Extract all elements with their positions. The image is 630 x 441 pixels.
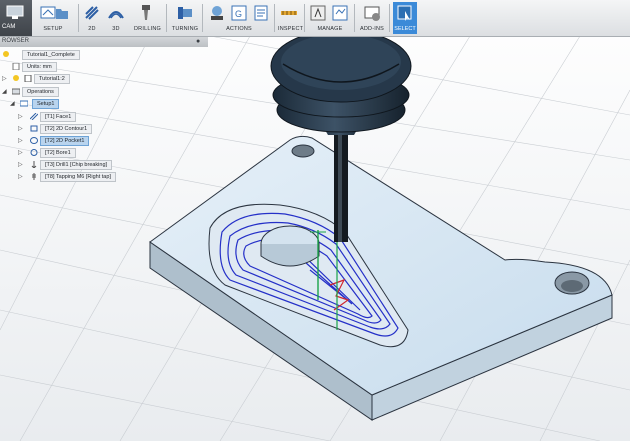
bore-op-icon	[30, 149, 38, 156]
manage-icon	[310, 5, 326, 21]
face-op-icon	[30, 113, 38, 120]
inspect-label: INSPECT	[278, 26, 304, 32]
pocket-op-icon	[30, 137, 38, 144]
expand-icon[interactable]: ▷	[18, 113, 23, 120]
3d-toolpath-icon	[108, 11, 124, 19]
op-pocket-label: [T2] 2D Pocket1	[40, 136, 90, 146]
generate-icon: G	[231, 5, 247, 21]
drilling-label: DRILLING	[134, 26, 161, 32]
lightbulb-icon[interactable]	[12, 75, 20, 82]
drilling-button[interactable]: DRILLING	[134, 2, 161, 34]
op-face-label: [T1] Face1	[40, 112, 77, 122]
units-label: Units: mm	[22, 62, 57, 72]
contour-op-icon	[30, 125, 38, 132]
workspace-label: CAM	[2, 24, 16, 30]
op-tapping-label: [T8] Tapping M6 [Right tap]	[40, 172, 116, 182]
inspect-button[interactable]: INSPECT	[278, 2, 304, 34]
addins-icon	[364, 6, 380, 21]
lightbulb-icon[interactable]	[2, 51, 10, 58]
select-cursor-icon	[397, 5, 412, 21]
turning-label: TURNING	[171, 26, 199, 32]
ribbon-toolbar: CAM SETUP 2D 3D DRILLING TURNING G ACTIO…	[0, 0, 630, 37]
component-label: Tutorial1:2	[34, 74, 70, 84]
addins-button[interactable]: ADD-INS	[358, 2, 386, 34]
2d-label: 2D	[88, 26, 96, 32]
op-contour-label: [T2] 2D Contour1	[40, 124, 93, 134]
collapse-icon[interactable]: ◢	[10, 100, 15, 107]
settings-doc-icon	[12, 63, 20, 70]
collapse-icon[interactable]: ◢	[2, 88, 7, 95]
simulate-icon	[211, 6, 223, 20]
post-process-icon	[254, 5, 268, 21]
tool-library-icon	[332, 5, 348, 21]
actions-button[interactable]: G ACTIONS	[206, 2, 272, 34]
manage-button[interactable]: MANAGE	[308, 2, 352, 34]
expand-icon[interactable]: ▷	[18, 149, 23, 156]
expand-icon[interactable]: ▷	[18, 137, 23, 144]
pin-icon[interactable]: ●	[196, 38, 200, 45]
drill-icon	[142, 5, 150, 20]
2d-button[interactable]: 2D	[82, 2, 102, 34]
op-bore-label: [T2] Bore1	[40, 148, 76, 158]
setup-label: SETUP	[43, 26, 63, 32]
addins-label: ADD-INS	[359, 26, 384, 32]
setup-button[interactable]: SETUP	[36, 2, 70, 34]
select-label: SELECT	[394, 26, 416, 32]
component-icon	[24, 75, 32, 82]
select-button[interactable]: SELECT	[393, 2, 417, 34]
expand-icon[interactable]: ▷	[18, 161, 23, 168]
mounting-hole-left	[291, 144, 315, 158]
2d-toolpath-icon	[85, 6, 99, 20]
3d-button[interactable]: 3D	[106, 2, 126, 34]
setup-icon	[20, 100, 28, 107]
drill-op-icon	[31, 161, 37, 168]
3d-label: 3D	[112, 26, 120, 32]
expand-icon[interactable]: ▷	[18, 173, 23, 180]
viewport[interactable]	[0, 0, 630, 441]
workspace-switcher[interactable]: CAM	[0, 0, 32, 36]
svg-text:G: G	[235, 9, 242, 19]
operations-icon	[12, 88, 20, 95]
op-drill-label: [T3] Drill1 [Chip breaking]	[40, 160, 113, 170]
actions-label: ACTIONS	[226, 26, 252, 32]
expand-icon[interactable]: ▷	[18, 125, 23, 132]
document-label: Tutorial1_Complete	[22, 50, 80, 60]
setup-node-label: Setup1	[32, 99, 60, 109]
turning-button[interactable]: TURNING	[170, 2, 200, 34]
inspect-icon	[281, 11, 297, 15]
browser-title: ROWSER	[2, 38, 29, 44]
browser-header: ROWSER ●	[0, 37, 208, 47]
tapping-op-icon	[32, 173, 36, 180]
manage-label: MANAGE	[317, 26, 343, 32]
expand-icon[interactable]: ▷	[2, 75, 7, 82]
turning-icon	[178, 7, 192, 19]
folder-icon	[56, 9, 68, 19]
operations-label: Operations	[22, 87, 59, 97]
cam-workspace-icon	[6, 5, 24, 19]
